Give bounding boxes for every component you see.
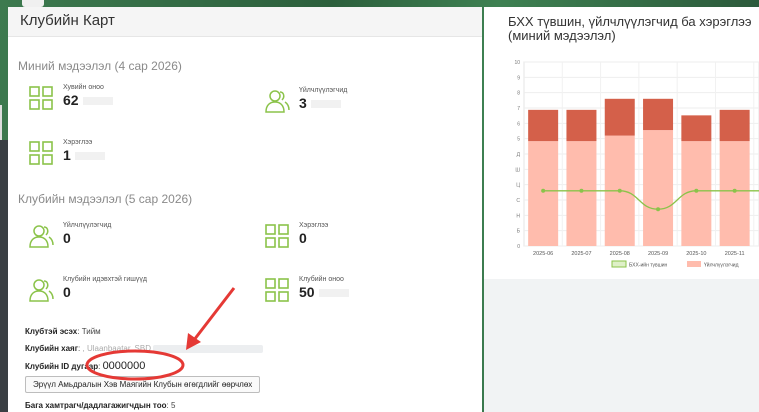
y-tick-label: Н — [516, 213, 520, 219]
edit-club-button[interactable]: Эрүүл Амьдралын Хэв Маягийн Клубын өгөгд… — [25, 376, 261, 393]
club-id-line: Клубийн ID дугаар: 0000000 — [25, 360, 146, 372]
legend-swatch-clients — [687, 261, 701, 267]
right-lower-area — [484, 279, 759, 412]
stat-personal-points: Хувийн оноо 62 — [28, 83, 113, 111]
stat-label: Хувийн оноо — [63, 84, 104, 91]
partners-line: Бага хамтрагч/дадлагажигчдын тоо: 5 — [25, 401, 176, 410]
x-tick-label: 2025-08 — [610, 251, 630, 257]
stat-value: 62 — [63, 92, 79, 108]
y-tick-label: Б — [517, 229, 521, 235]
bar-usage — [566, 109, 597, 142]
bar-usage — [681, 115, 712, 142]
y-tick-label: 6 — [517, 121, 520, 127]
y-tick-label: С — [516, 198, 520, 204]
grid-icon — [265, 278, 289, 302]
x-tick-label: 2025-06 — [533, 251, 553, 257]
bar-clients — [566, 141, 597, 246]
users-icon — [265, 90, 290, 113]
club-card-panel: Клубийн Карт Миний мэдээлэл (4 сар 2026)… — [8, 7, 482, 412]
line-point — [617, 188, 622, 193]
partners-label: Бага хамтрагч/дадлагажигчдын тоо — [25, 401, 167, 410]
legend-swatch-bxx — [611, 260, 627, 268]
y-tick-label: 7 — [517, 106, 520, 112]
stat-club-points: Клубийн оноо 50 — [264, 275, 349, 303]
stat-value: 1 — [63, 147, 71, 163]
grid-icon — [29, 86, 53, 110]
y-tick-label: 5 — [517, 137, 520, 143]
x-tick-label: 2025-09 — [648, 251, 668, 257]
users-icon — [29, 225, 54, 248]
stat-value: 3 — [299, 95, 307, 111]
club-address-value: , Ulaanbaatar, SBD — [82, 344, 151, 353]
panel-title: Клубийн Карт — [8, 7, 482, 37]
stat-label: Хэрэглээ — [299, 222, 329, 229]
club-id-value: 0000000 — [102, 360, 146, 372]
stat-value: 50 — [299, 284, 315, 300]
stat-label: Клубийн оноо — [299, 276, 344, 283]
y-tick-label: Ц — [516, 183, 520, 189]
bar-usage — [528, 109, 559, 142]
has-club-value: Тийм — [81, 327, 101, 336]
bar-clients — [643, 130, 674, 246]
stat-club-active-members: Клубийн идэвхтэй гишүүд 0 — [28, 275, 147, 303]
stat-value: 0 — [63, 230, 71, 246]
line-point — [656, 207, 661, 212]
stat-my-usage: Хэрэглээ 1 — [28, 138, 105, 166]
x-tick-label: 2025-11 — [725, 251, 745, 257]
stat-value: 0 — [63, 284, 71, 300]
line-point — [694, 188, 699, 193]
club-info-heading: Клубийн мэдээлэл (5 сар 2026) — [18, 192, 193, 206]
legend-label-bxx: БХХ-ийн түвшин — [629, 262, 667, 269]
corner-tab — [22, 0, 44, 7]
club-id-label: Клубийн ID дугаар — [25, 362, 99, 371]
users-icon — [29, 279, 54, 302]
stat-my-clients: Үйлчлүүлэгчид 3 — [264, 86, 347, 114]
grid-icon — [265, 224, 289, 248]
line-point — [579, 188, 584, 193]
bar-usage — [719, 109, 750, 142]
bar-clients — [719, 141, 750, 246]
chart-panel: БХХ түвшин, үйлчлүүлэгчид ба хэрэглээ (м… — [484, 7, 759, 279]
legend-label-clients: Үйлчлүүлэгчид — [704, 262, 739, 269]
partners-value: 5 — [170, 401, 176, 410]
club-address-line: Клубийн хаяг: , Ulaanbaatar, SBD — [25, 344, 264, 353]
bar-usage — [643, 98, 674, 131]
stat-club-clients: Үйлчлүүлэгчид 0 — [28, 221, 111, 249]
club-info-section: Клубийн мэдээлэл (5 сар 2026) — [8, 192, 202, 206]
x-tick-label: 2025-07 — [571, 251, 591, 257]
stat-label: Клубийн идэвхтэй гишүүд — [63, 276, 147, 283]
stat-club-usage: Хэрэглээ 0 — [264, 221, 328, 249]
side-strip — [0, 140, 8, 412]
stat-label: Хэрэглээ — [63, 139, 93, 146]
stat-label: Үйлчлүүлэгчид — [63, 222, 112, 229]
y-tick-label: 8 — [517, 91, 520, 97]
has-club-label: Клубтэй эсэх — [25, 327, 78, 336]
stat-label: Үйлчлүүлэгчид — [299, 87, 348, 94]
line-point — [732, 188, 737, 193]
club-address-label: Клубийн хаяг — [25, 344, 79, 353]
has-club-line: Клубтэй эсэх: Тийм — [25, 327, 101, 336]
line-point — [541, 188, 546, 193]
x-tick-label: 2025-10 — [686, 251, 706, 257]
grid-icon — [29, 141, 53, 165]
y-tick-label: Ш — [515, 167, 520, 173]
bar-clients — [528, 141, 559, 246]
y-tick-label: 9 — [517, 75, 520, 81]
y-tick-label: Д — [517, 152, 521, 158]
stat-value: 0 — [299, 230, 307, 246]
bar-usage — [604, 98, 635, 136]
y-tick-label: 10 — [514, 60, 520, 66]
bar-line-chart: 0 Б Н С Ц Ш Д 5 6 7 8 9 10 2025-06 2025-07 2025-08 2025-… — [514, 60, 759, 269]
my-info-heading: Миний мэдээлэл (4 сар 2026) — [18, 59, 182, 73]
my-info-section: Миний мэдээлэл (4 сар 2026) — [8, 59, 192, 73]
y-tick-label: 0 — [517, 244, 520, 250]
